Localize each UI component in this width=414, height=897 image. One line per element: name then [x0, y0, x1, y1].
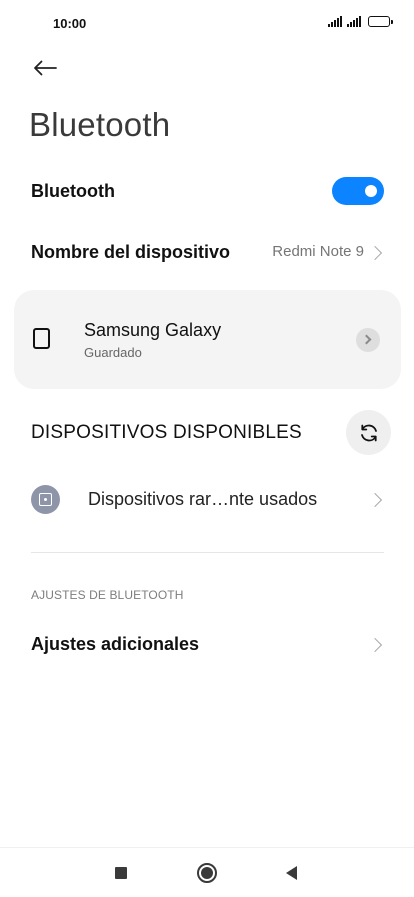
- chevron-right-icon: [367, 492, 383, 508]
- bluetooth-toggle[interactable]: [332, 177, 384, 205]
- phone-outline-icon: [33, 328, 50, 349]
- chevron-right-icon: [361, 334, 372, 345]
- home-circle-icon[interactable]: [197, 863, 217, 883]
- status-time: 10:00: [53, 16, 87, 31]
- recents-square-icon[interactable]: [115, 867, 127, 879]
- available-devices-heading: DISPOSITIVOS DISPONIBLES: [31, 422, 302, 443]
- status-icons: [328, 16, 393, 27]
- toggle-knob: [365, 185, 377, 197]
- page-title: Bluetooth: [29, 106, 171, 143]
- chevron-right-icon: [367, 637, 383, 653]
- device-name-value: Redmi Note 9: [272, 243, 364, 260]
- paired-device-card[interactable]: Samsung Galaxy Guardado: [14, 290, 401, 389]
- signal-icon: [347, 16, 361, 27]
- refresh-button[interactable]: [346, 410, 391, 455]
- arrow-left-icon: [34, 60, 57, 76]
- additional-settings-label: Ajustes adicionales: [31, 634, 200, 654]
- rarely-used-devices-row[interactable]: Dispositivos rar…nte usados: [0, 476, 414, 524]
- device-name-row[interactable]: Nombre del dispositivo Redmi Note 9: [0, 230, 414, 276]
- divider: [31, 552, 384, 553]
- battery-icon: [368, 16, 393, 27]
- paired-device-status: Guardado: [84, 345, 142, 360]
- chevron-right-icon: [367, 245, 383, 261]
- paired-device-name: Samsung Galaxy: [84, 320, 222, 340]
- back-button[interactable]: [28, 53, 62, 83]
- device-details-button[interactable]: [356, 328, 380, 352]
- device-icon: [31, 485, 60, 514]
- rarely-used-devices-label: Dispositivos rar…nte usados: [88, 489, 318, 509]
- back-triangle-icon[interactable]: [286, 866, 297, 880]
- status-bar: 10:00: [0, 0, 414, 46]
- additional-settings-row[interactable]: Ajustes adicionales: [0, 622, 414, 668]
- device-name-label: Nombre del dispositivo: [31, 242, 231, 262]
- bluetooth-label: Bluetooth: [31, 181, 115, 201]
- bluetooth-settings-heading: AJUSTES DE BLUETOOTH: [31, 588, 184, 602]
- navigation-bar: [0, 847, 414, 897]
- signal-icon: [328, 16, 342, 27]
- refresh-icon: [360, 424, 377, 441]
